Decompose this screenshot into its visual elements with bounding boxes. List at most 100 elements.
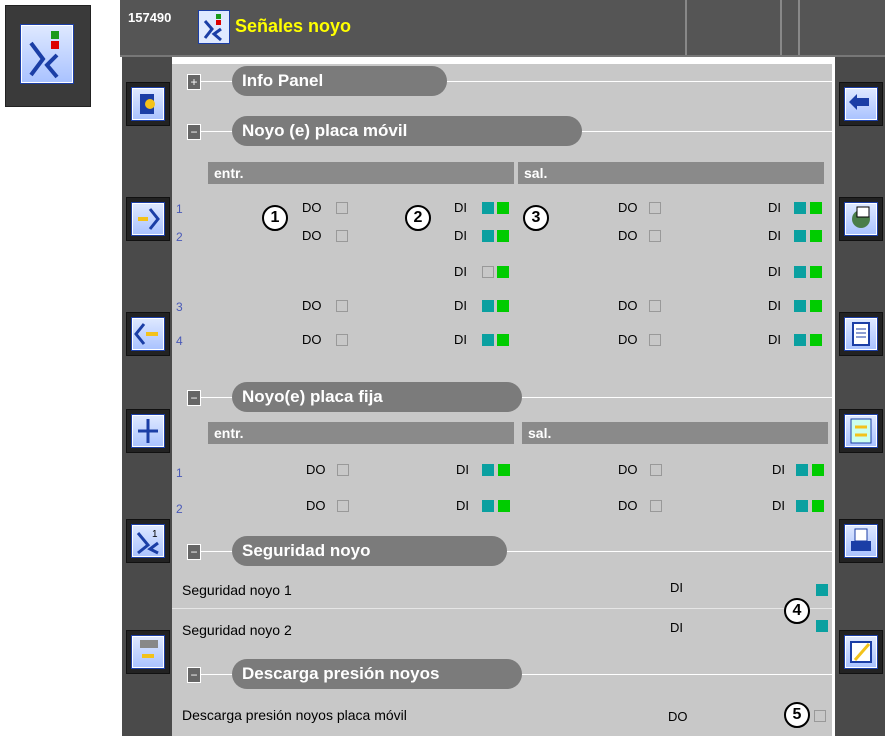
row-number: 3: [176, 300, 183, 314]
section-noyo-placa-fija[interactable]: − Noyo(e) placa fija: [177, 382, 832, 412]
di-indicator: [497, 334, 509, 346]
edit-icon: [844, 635, 878, 669]
print-button[interactable]: [839, 519, 883, 563]
row-number: 2: [176, 230, 183, 244]
di-label: DI: [454, 228, 467, 243]
di-label: DI: [454, 264, 467, 279]
section-title: Descarga presión noyos: [232, 659, 522, 689]
di-label: DI: [454, 298, 467, 313]
topbar-divider: [780, 0, 782, 55]
di-indicator: [482, 230, 494, 242]
do-indicator: [649, 202, 661, 214]
title-icon: [198, 10, 230, 44]
mold-open-button[interactable]: [126, 82, 170, 126]
descarga-indicator: [814, 710, 826, 722]
document-icon: [844, 317, 878, 351]
collapse-toggle[interactable]: −: [187, 544, 201, 560]
di-indicator: [810, 300, 822, 312]
edit-button[interactable]: [839, 630, 883, 674]
di-indicator: [482, 334, 494, 346]
transfer-icon: [844, 414, 878, 448]
do-indicator: [336, 202, 348, 214]
do-indicator: [650, 500, 662, 512]
di-indicator: [810, 230, 822, 242]
do-indicator: [337, 500, 349, 512]
do-indicator: [649, 230, 661, 242]
di-indicator: [482, 300, 494, 312]
do-indicator: [649, 334, 661, 346]
signals-panel: + Info Panel − Noyo (e) placa móvil entr…: [172, 64, 832, 736]
di-indicator: [497, 266, 509, 278]
do-indicator: [336, 230, 348, 242]
row-number: 1: [176, 466, 183, 480]
section-seguridad-noyo[interactable]: − Seguridad noyo: [177, 536, 832, 566]
mold-open-icon: [131, 87, 165, 121]
window-titlebar: 157490 Señales noyo: [120, 0, 885, 57]
di-label: DI: [456, 498, 469, 513]
ejector-back-button[interactable]: [126, 630, 170, 674]
row-divider: [172, 608, 832, 609]
do-indicator: [337, 464, 349, 476]
seguridad-type: DI: [670, 580, 683, 595]
di-indicator: [498, 500, 510, 512]
core-in-button[interactable]: [126, 197, 170, 241]
row-number: 2: [176, 502, 183, 516]
window-title: Señales noyo: [235, 16, 352, 36]
di-indicator: [794, 202, 806, 214]
settings-button[interactable]: [839, 197, 883, 241]
transfer-button[interactable]: [839, 409, 883, 453]
do-label: DO: [618, 298, 638, 313]
back-button[interactable]: [839, 82, 883, 126]
section-noyo-placa-movil[interactable]: − Noyo (e) placa móvil: [177, 116, 832, 146]
di-indicator: [482, 464, 494, 476]
seguridad-label: Seguridad noyo 2: [182, 622, 292, 638]
collapse-toggle[interactable]: −: [187, 667, 201, 683]
core-number-button[interactable]: 1: [126, 519, 170, 563]
di-indicator: [482, 500, 494, 512]
core-position-icon: [131, 414, 165, 448]
di-indicator: [796, 500, 808, 512]
topbar-divider: [685, 0, 687, 55]
noyo-signals-main-button[interactable]: [5, 5, 91, 107]
di-indicator: [497, 202, 509, 214]
di-indicator: [498, 464, 510, 476]
seguridad-label: Seguridad noyo 1: [182, 582, 292, 598]
entr-header: entr.: [208, 162, 514, 184]
di-indicator: [796, 464, 808, 476]
section-info-panel[interactable]: + Info Panel: [177, 66, 832, 96]
di-indicator: [810, 266, 822, 278]
core-out-button[interactable]: [126, 312, 170, 356]
di-indicator: [482, 202, 494, 214]
di-indicator: [812, 500, 824, 512]
descarga-type: DO: [668, 709, 688, 724]
do-label: DO: [618, 200, 638, 215]
do-label: DO: [302, 332, 322, 347]
di-indicator: [794, 266, 806, 278]
core-position-button[interactable]: [126, 409, 170, 453]
di-label: DI: [454, 332, 467, 347]
di-label: DI: [768, 332, 781, 347]
row-number: 4: [176, 334, 183, 348]
di-label: DI: [768, 200, 781, 215]
section-title: Seguridad noyo: [232, 536, 507, 566]
di-label: DI: [772, 498, 785, 513]
document-button[interactable]: [839, 312, 883, 356]
di-indicator: [810, 202, 822, 214]
collapse-toggle[interactable]: −: [187, 124, 201, 140]
callout-5: 5: [784, 702, 810, 728]
di-indicator: [810, 334, 822, 346]
callout-3: 3: [523, 205, 549, 231]
do-indicator: [650, 464, 662, 476]
sal-header: sal.: [518, 162, 824, 184]
collapse-toggle[interactable]: −: [187, 390, 201, 406]
di-indicator: [794, 230, 806, 242]
do-label: DO: [302, 200, 322, 215]
di-indicator: [497, 230, 509, 242]
expand-toggle[interactable]: +: [187, 74, 201, 90]
section-descarga-presion[interactable]: − Descarga presión noyos: [177, 659, 832, 689]
callout-4: 4: [784, 598, 810, 624]
do-indicator: [336, 334, 348, 346]
machine-id: 157490: [128, 10, 172, 25]
di-indicator: [497, 300, 509, 312]
callout-1: 1: [262, 205, 288, 231]
